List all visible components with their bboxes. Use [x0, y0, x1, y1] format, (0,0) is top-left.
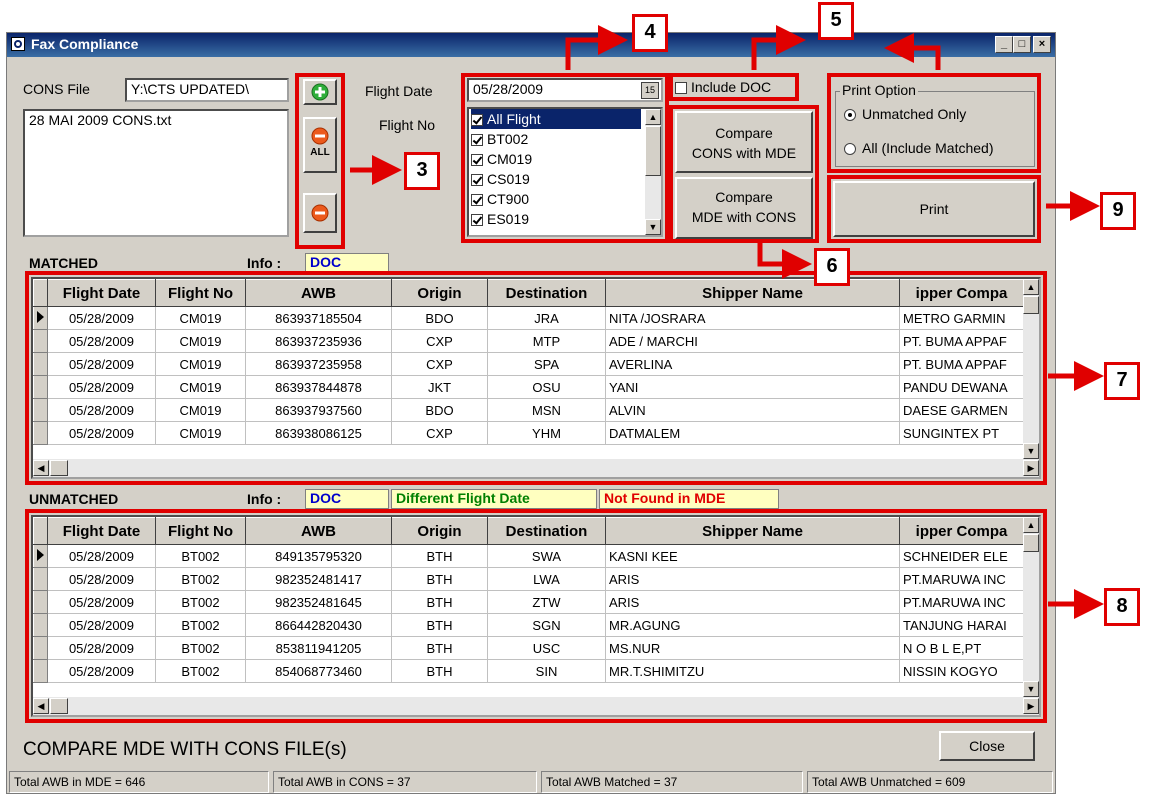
arrow-5b — [884, 33, 941, 70]
annotation-arrows — [350, 25, 1104, 619]
callout-7: 7 — [1104, 362, 1140, 400]
callout-8: 8 — [1104, 588, 1140, 626]
callout-9: 9 — [1100, 192, 1136, 230]
arrow-5 — [751, 25, 806, 70]
arrow-6 — [757, 243, 812, 279]
callout-4: 4 — [632, 14, 668, 52]
callout-5: 5 — [818, 2, 854, 40]
arrow-4 — [565, 25, 628, 70]
callout-3: 3 — [404, 152, 440, 190]
callout-6: 6 — [814, 248, 850, 286]
